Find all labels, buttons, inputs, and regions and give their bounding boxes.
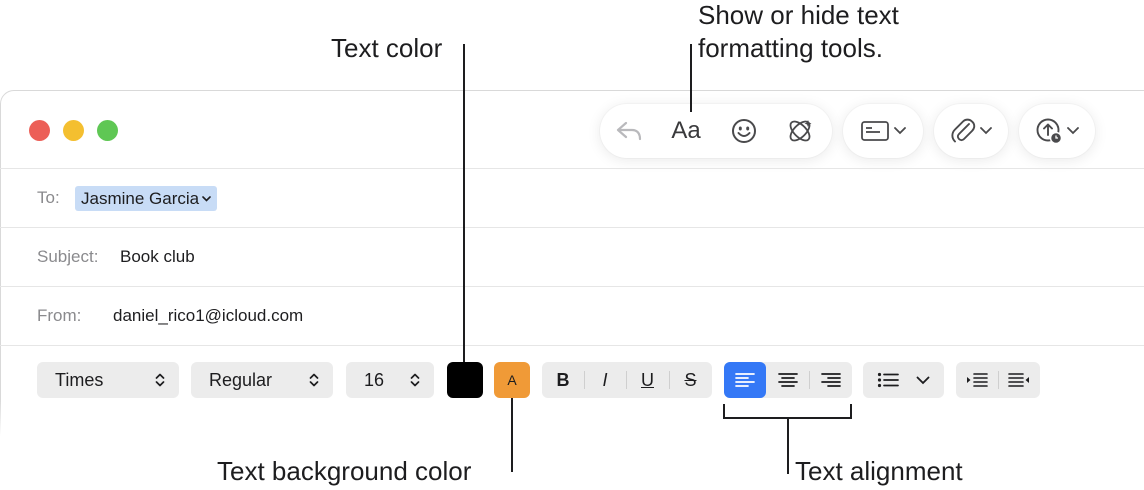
subject-field[interactable]: Book club: [120, 247, 195, 267]
toolbar-group-main: Aa: [600, 104, 832, 158]
decrease-indent-button[interactable]: [956, 362, 998, 398]
underline-button[interactable]: U: [626, 362, 669, 398]
bold-label: B: [556, 369, 570, 390]
format-toggle-label: Aa: [671, 117, 701, 144]
strikethrough-label: S: [684, 369, 697, 390]
header-fields-menu-button[interactable]: [843, 104, 923, 158]
chevron-down-icon: [916, 376, 930, 384]
align-right-icon: [820, 373, 841, 387]
align-left-icon: [735, 373, 755, 387]
chevron-down-icon: [980, 127, 992, 135]
font-size-value: 16: [364, 369, 385, 390]
bottom-fade: [0, 400, 1144, 490]
from-label: From:: [37, 306, 82, 325]
increase-indent-button[interactable]: [998, 362, 1040, 398]
close-window-button[interactable]: [29, 120, 50, 141]
underline-label: U: [641, 369, 654, 390]
callout-line: [511, 398, 513, 472]
list-style-popup[interactable]: [863, 362, 944, 398]
bold-button[interactable]: B: [542, 362, 584, 398]
attachment-menu-button[interactable]: [934, 104, 1008, 158]
reply-button[interactable]: [602, 119, 656, 143]
text-color-well[interactable]: [447, 362, 483, 398]
divider: [0, 345, 1144, 346]
decrease-indent-icon: [967, 373, 988, 387]
text-style-segmented-control: B I U S: [542, 362, 712, 398]
font-size-popup[interactable]: 16: [346, 362, 434, 398]
recipient-name: Jasmine Garcia: [81, 188, 200, 208]
up-down-chevron-icon: [155, 373, 165, 387]
divider: [0, 168, 1144, 169]
emoji-icon: [732, 119, 756, 143]
background-swatch-label: A: [507, 372, 517, 388]
callout-line: [690, 44, 692, 112]
send-later-menu-button[interactable]: [1019, 104, 1095, 158]
font-style-popup[interactable]: Regular: [191, 362, 333, 398]
from-field[interactable]: daniel_rico1@icloud.com: [113, 306, 303, 326]
bullet-list-icon: [878, 372, 900, 388]
alignment-segmented-control: [724, 362, 852, 398]
up-down-chevron-icon: [309, 373, 319, 387]
bracket-left: [723, 404, 725, 418]
align-center-button[interactable]: [766, 362, 809, 398]
emoji-button[interactable]: [716, 118, 772, 144]
italic-button[interactable]: I: [584, 362, 626, 398]
divider: [0, 286, 1144, 287]
reply-icon: [616, 121, 642, 141]
subject-label: Subject:: [37, 247, 99, 266]
callout-text-background-color: Text background color: [217, 456, 472, 486]
italic-label: I: [602, 369, 608, 390]
zoom-window-button[interactable]: [97, 120, 118, 141]
indent-segmented-control: [956, 362, 1040, 398]
up-down-chevron-icon: [410, 373, 420, 387]
chevron-down-icon: [894, 127, 906, 135]
text-background-color-well[interactable]: A: [494, 362, 530, 398]
strikethrough-button[interactable]: S: [669, 362, 712, 398]
font-family-value: Times: [55, 369, 104, 390]
callout-show-hide-line2: formatting tools.: [698, 33, 883, 63]
callout-line: [463, 44, 465, 362]
chevron-down-icon: [1067, 127, 1079, 135]
send-later-icon: [1036, 118, 1063, 145]
header-fields-icon: [861, 121, 889, 141]
callout-line: [787, 418, 789, 474]
writing-tools-button[interactable]: [772, 116, 828, 146]
align-center-icon: [777, 373, 798, 387]
minimize-window-button[interactable]: [63, 120, 84, 141]
callout-show-hide-line1: Show or hide text: [698, 0, 899, 30]
bracket-right: [850, 404, 852, 418]
increase-indent-icon: [1008, 373, 1029, 387]
recipient-token[interactable]: Jasmine Garcia: [75, 186, 218, 211]
callout-text-color: Text color: [331, 33, 443, 63]
attachment-icon: [951, 118, 976, 143]
font-family-popup[interactable]: Times: [37, 362, 179, 398]
to-label: To:: [37, 188, 60, 207]
writing-tools-icon: [789, 120, 812, 142]
align-left-button[interactable]: [724, 362, 766, 398]
align-right-button[interactable]: [809, 362, 852, 398]
font-style-value: Regular: [209, 369, 273, 390]
format-toggle-button[interactable]: Aa: [656, 117, 716, 145]
chevron-down-icon: [202, 195, 211, 202]
divider: [0, 227, 1144, 228]
callout-text-alignment: Text alignment: [795, 456, 963, 486]
